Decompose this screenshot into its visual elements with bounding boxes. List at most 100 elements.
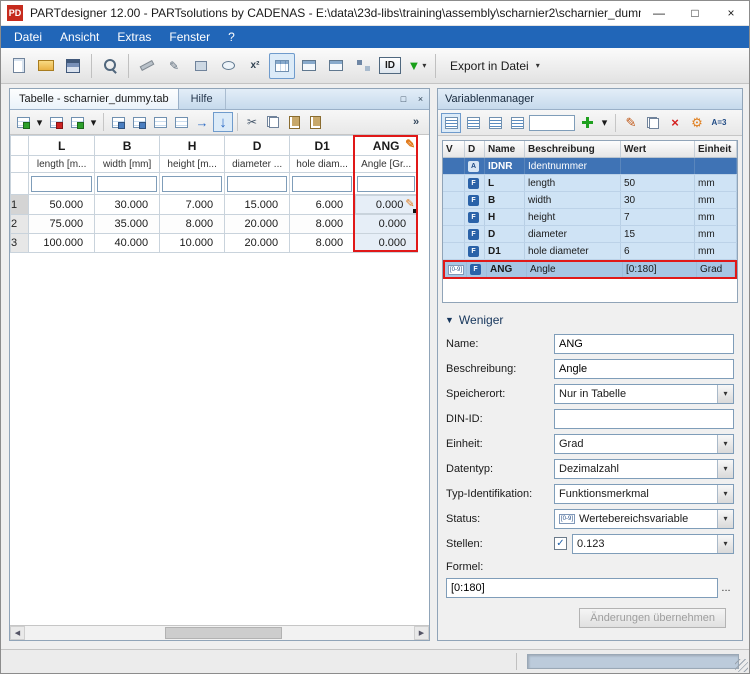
paste-button[interactable] xyxy=(284,112,304,132)
scrollbar-thumb[interactable] xyxy=(165,627,282,639)
column-header-ANG[interactable]: ANG ✎ xyxy=(355,136,418,156)
minimize-button[interactable]: — xyxy=(641,1,677,26)
formel-field[interactable] xyxy=(446,578,718,598)
header-name[interactable]: Name xyxy=(485,141,525,157)
add-variable-dropdown[interactable]: ▾ xyxy=(599,113,610,133)
cut-button[interactable]: ✂ xyxy=(242,112,262,132)
name-field[interactable] xyxy=(554,334,734,354)
sort-down-button[interactable]: ↓ xyxy=(213,112,233,132)
fill-handle[interactable] xyxy=(413,209,418,214)
cell-B[interactable]: 30.000 xyxy=(95,195,160,215)
apply-changes-button[interactable]: Änderungen übernehmen xyxy=(579,608,726,628)
filter-input-ANG[interactable] xyxy=(357,176,415,192)
filter-input-D1[interactable] xyxy=(292,176,352,192)
dialog2-button[interactable] xyxy=(323,53,349,79)
new-file-button[interactable] xyxy=(6,53,32,79)
settings-button[interactable]: ⚙ xyxy=(687,113,707,133)
datentyp-select[interactable]: Dezimalzahl ▾ xyxy=(554,459,734,479)
variable-row-h[interactable]: F H height 7 mm xyxy=(443,209,737,226)
cell-D1[interactable]: 8.000 xyxy=(290,215,355,234)
cell-H[interactable]: 10.000 xyxy=(160,234,225,253)
scroll-right-button[interactable]: ▶ xyxy=(414,626,429,640)
assignment-button[interactable]: A=3 xyxy=(709,113,729,133)
formel-more-button[interactable]: ... xyxy=(718,582,734,594)
scroll-left-button[interactable]: ◀ xyxy=(10,626,25,640)
filter-input-H[interactable] xyxy=(162,176,222,192)
duplicate-line-dropdown[interactable]: ▾ xyxy=(88,112,99,132)
column-header-H[interactable]: H xyxy=(160,136,225,156)
transfer-right-button[interactable]: → xyxy=(192,112,212,132)
status-select[interactable]: [0-9] Wertebereichsvariable ▾ xyxy=(554,509,734,529)
open-file-button[interactable] xyxy=(33,53,59,79)
cell-L[interactable]: 100.000 xyxy=(29,234,95,253)
column-header-D[interactable]: D xyxy=(225,136,290,156)
header-wert[interactable]: Wert xyxy=(621,141,695,157)
detail-view-button[interactable] xyxy=(463,113,483,133)
speicherort-select[interactable]: Nur in Tabelle ▾ xyxy=(554,384,734,404)
delete-line-button[interactable] xyxy=(46,112,66,132)
row-number[interactable]: 1 xyxy=(11,195,29,215)
copy-variable-button[interactable] xyxy=(643,113,663,133)
cell-B[interactable]: 40.000 xyxy=(95,234,160,253)
row-number[interactable]: 3 xyxy=(11,234,29,253)
menu-extras[interactable]: Extras xyxy=(108,26,160,48)
menu-fenster[interactable]: Fenster xyxy=(160,26,219,48)
column-header-D1[interactable]: D1 xyxy=(290,136,355,156)
id-button[interactable]: ID xyxy=(377,53,403,79)
typid-select[interactable]: Funktionsmerkmal ▾ xyxy=(554,484,734,504)
header-beschreibung[interactable]: Beschreibung xyxy=(525,141,621,157)
close-button[interactable]: × xyxy=(713,1,749,26)
tab-hilfe[interactable]: Hilfe xyxy=(179,89,226,109)
menu-datei[interactable]: Datei xyxy=(5,26,51,48)
list-view-button[interactable] xyxy=(441,113,461,133)
cell-H[interactable]: 7.000 xyxy=(160,195,225,215)
weniger-toggle[interactable]: ▼ Weniger xyxy=(438,307,742,330)
beschreibung-field[interactable] xyxy=(554,359,734,379)
cell-L[interactable]: 75.000 xyxy=(29,215,95,234)
toolbar-overflow-button[interactable]: » xyxy=(406,112,426,132)
play-dropdown-button[interactable]: ▼ ▾ xyxy=(404,53,430,79)
insert-row-above-button[interactable] xyxy=(108,112,128,132)
scrollbar-track[interactable] xyxy=(25,626,414,640)
formula-button[interactable]: x² xyxy=(242,53,268,79)
variable-row-idnr[interactable]: A IDNR Identnummer xyxy=(443,158,737,175)
table-view-button[interactable] xyxy=(269,53,295,79)
menu-ansicht[interactable]: Ansicht xyxy=(51,26,108,48)
maximize-button[interactable]: □ xyxy=(677,1,713,26)
merge-cells-button[interactable] xyxy=(171,112,191,132)
export-button[interactable]: Export in Datei ▾ xyxy=(441,53,549,79)
cell-D[interactable]: 20.000 xyxy=(225,234,290,253)
header-d[interactable]: D xyxy=(465,141,485,157)
edit-pencil-icon[interactable]: ✎ xyxy=(405,138,415,150)
column-header-B[interactable]: B xyxy=(95,136,160,156)
panel-close-button[interactable]: × xyxy=(412,89,429,109)
menu-help[interactable]: ? xyxy=(219,26,244,48)
cell-D1[interactable]: 8.000 xyxy=(290,234,355,253)
range-view-button[interactable] xyxy=(485,113,505,133)
cell-D[interactable]: 15.000 xyxy=(225,195,290,215)
paste-special-button[interactable] xyxy=(305,112,325,132)
dinid-field[interactable] xyxy=(554,409,734,429)
split-cells-button[interactable] xyxy=(150,112,170,132)
cell-B[interactable]: 35.000 xyxy=(95,215,160,234)
add-line-button[interactable] xyxy=(13,112,33,132)
delete-variable-button[interactable]: × xyxy=(665,113,685,133)
chevron-down-icon[interactable]: ▾ xyxy=(717,535,733,553)
add-variable-button[interactable] xyxy=(577,113,597,133)
header-v[interactable]: V xyxy=(443,141,465,157)
save-button[interactable] xyxy=(60,53,86,79)
copy-button[interactable] xyxy=(263,112,283,132)
edit-variable-button[interactable]: ✎ xyxy=(621,113,641,133)
chevron-down-icon[interactable]: ▾ xyxy=(717,385,733,403)
panel-maximize-button[interactable]: □ xyxy=(395,89,412,109)
cell-ANG[interactable]: 0.000 xyxy=(355,234,418,253)
chevron-down-icon[interactable]: ▾ xyxy=(717,485,733,503)
tab-table[interactable]: Tabelle - scharnier_dummy.tab xyxy=(10,89,179,109)
insert-row-below-button[interactable] xyxy=(129,112,149,132)
cell-H[interactable]: 8.000 xyxy=(160,215,225,234)
duplicate-line-button[interactable] xyxy=(67,112,87,132)
chevron-down-icon[interactable]: ▾ xyxy=(717,435,733,453)
sketch-button[interactable]: ✎ xyxy=(161,53,187,79)
cell-ANG[interactable]: 0.000 xyxy=(355,215,418,234)
cell-D1[interactable]: 6.000 xyxy=(290,195,355,215)
